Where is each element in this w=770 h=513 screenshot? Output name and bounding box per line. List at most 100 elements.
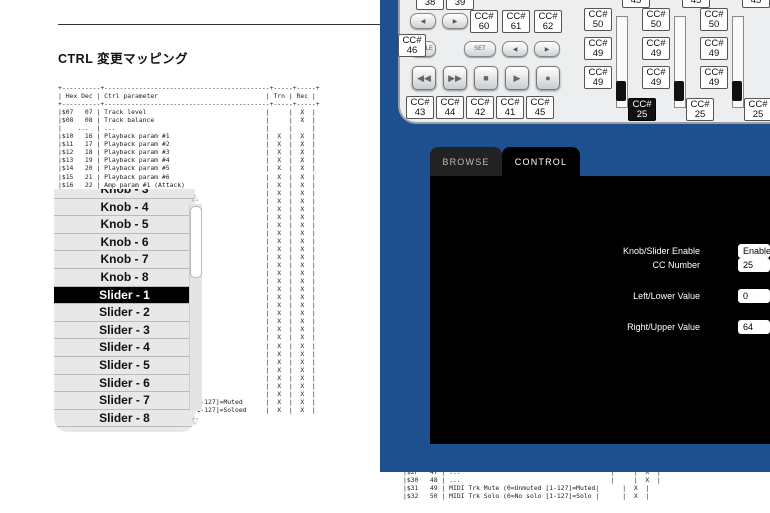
table-row: |$16 22 | Amp param #1 (Attack) | X | X …	[58, 180, 316, 189]
right-upper-input[interactable]: 64	[738, 320, 770, 334]
table-row: |$15 21 | Playback param #6 | X | X |	[58, 172, 316, 181]
table-row: |$14 20 | Playback param #5 | X | X |	[58, 164, 316, 173]
fader-slider[interactable]	[732, 16, 744, 108]
cc-label: 45	[682, 0, 710, 8]
list-item[interactable]: Slider - 6	[54, 375, 195, 393]
controller-editor-window: 38 39 45 45 45 ◀ ▶ CC#60 CC#61 CC#62 CYC…	[380, 0, 770, 472]
list-item[interactable]: Knob - 4	[54, 199, 195, 217]
list-item[interactable]: Knob - 8	[54, 269, 195, 287]
table-row: |$07 07 | Track level | | X |	[58, 108, 316, 117]
tab-browse[interactable]: BROWSE	[430, 147, 502, 177]
list-item-label: Knob - 4	[100, 199, 149, 214]
left-lower-label: Left/Lower Value	[633, 291, 700, 301]
list-item-label: Knob - 3	[100, 189, 149, 196]
control-panel: Knob/Slider Enable Enable CC Number 25 L…	[430, 176, 770, 444]
cc-label: CC# 43	[406, 96, 434, 119]
rewind-button[interactable]: ◀◀	[412, 66, 436, 90]
list-item-label: Knob - 7	[100, 252, 149, 267]
cc-label: CC# 49	[700, 37, 728, 60]
cc-label: CC# 49	[642, 37, 670, 60]
set-button[interactable]: SET	[464, 41, 496, 57]
marker-prev-button[interactable]: ◀	[502, 41, 528, 57]
record-icon: ●	[545, 73, 551, 83]
cc-label: CC# 46	[398, 34, 426, 57]
table-row: |$30 48 | ... | | X |	[403, 476, 661, 485]
list-item-label: Slider - 4	[99, 340, 150, 355]
cc-number-label: CC Number	[652, 260, 700, 270]
stop-button[interactable]: ■	[474, 66, 498, 90]
right-upper-label: Right/Upper Value	[627, 322, 700, 332]
scroll-down-icon[interactable]: ▽	[189, 416, 201, 426]
cc-label: CC# 49	[700, 66, 728, 89]
list-item-label: Knob - 6	[100, 234, 149, 249]
cc-label: 39	[446, 0, 474, 10]
record-button[interactable]: ●	[536, 66, 560, 90]
cc-label: 38	[416, 0, 444, 10]
control-list: Knob - 3 Knob - 4 Knob - 5 Knob - 6 Knob - 7…	[54, 189, 195, 432]
hardware-diagram: 38 39 45 45 45 ◀ ▶ CC#60 CC#61 CC#62 CYC…	[398, 0, 770, 124]
cc-label: CC# 50	[700, 8, 728, 31]
tab-control[interactable]: CONTROL	[502, 147, 580, 177]
list-item[interactable]: Knob - 5	[54, 216, 195, 234]
cc-label: CC# 61	[502, 10, 530, 33]
track-prev-button[interactable]: ◀	[410, 13, 436, 29]
cc-label: CC# 49	[584, 66, 612, 89]
cc-label: CC# 25	[686, 98, 714, 121]
cc-number-input[interactable]: 25	[738, 258, 770, 272]
marker-next-button[interactable]: ▶	[534, 41, 560, 57]
list-item[interactable]: Slider - 1	[54, 286, 195, 305]
table-row: +----------+----------------------------…	[58, 100, 320, 109]
table-row: |$31 49 | MIDI Trk Mute (0=Unmuted [1-12…	[403, 484, 650, 493]
table-row: |$12 18 | Playback param #3 | X | X |	[58, 148, 316, 157]
list-item-label: Slider - 7	[99, 393, 150, 408]
list-item[interactable]: Slider - 3	[54, 322, 195, 340]
cc-label: 45	[622, 0, 650, 8]
list-item-label: Slider - 1	[99, 287, 150, 302]
table-row: |$08 08 | Track balance | | X |	[58, 116, 316, 125]
list-item-label: Knob - 8	[100, 270, 149, 284]
cc-label: CC# 49	[642, 66, 670, 89]
table-row: | ... | ... | | |	[58, 124, 316, 133]
scroll-up-icon[interactable]: △	[189, 192, 201, 202]
list-item[interactable]: Slider - 7	[54, 392, 195, 410]
enable-select[interactable]: Enable	[738, 244, 770, 258]
table-row: |$13 19 | Playback param #4 | X | X |	[58, 156, 316, 165]
cc-label: CC# 60	[470, 10, 498, 33]
fast-forward-button[interactable]: ▶▶	[443, 66, 467, 90]
cc-label-selected: CC# 25	[628, 98, 656, 121]
cc-label: CC# 25	[744, 98, 770, 121]
left-lower-input[interactable]: 0	[738, 289, 770, 303]
list-item-label: Slider - 5	[99, 358, 150, 372]
cc-label: CC# 45	[526, 96, 554, 119]
cc-label: 45	[742, 0, 770, 8]
fast-forward-icon: ▶▶	[448, 72, 462, 83]
list-item[interactable]: Knob - 3	[54, 189, 195, 199]
play-icon: ▶	[513, 72, 521, 83]
table-row: | Hex Dec | Ctrl parameter | Trn | Rec |	[58, 92, 316, 101]
section-title: CTRL 変更マッピング	[58, 52, 189, 66]
table-row: +----------+----------------------------…	[58, 84, 320, 92]
list-item-label: Knob - 5	[100, 217, 149, 232]
table-row: |$32 50 | MIDI Trk Solo (0=No solo [1-12…	[403, 492, 650, 501]
scroll-thumb[interactable]	[190, 206, 202, 278]
list-item[interactable]: Slider - 2	[54, 304, 195, 322]
list-item[interactable]: Knob - 7	[54, 251, 195, 269]
play-button[interactable]: ▶	[505, 66, 529, 90]
list-item-label: Slider - 2	[99, 305, 150, 320]
enable-label: Knob/Slider Enable	[622, 246, 700, 256]
table-row: |$10 16 | Playback param #1 | X | X |	[58, 132, 316, 141]
list-scrollbar[interactable]: △ ▽	[189, 192, 202, 426]
cc-label: CC# 62	[534, 10, 562, 33]
cc-label: CC# 44	[436, 96, 464, 119]
fader-slider[interactable]	[674, 16, 686, 108]
track-next-button[interactable]: ▶	[442, 13, 468, 29]
table-row: |$11 17 | Playback param #2 | X | X |	[58, 140, 316, 149]
cc-label: CC# 41	[496, 96, 524, 119]
list-item[interactable]: Slider - 4	[54, 339, 195, 357]
cc-label: CC# 49	[584, 37, 612, 60]
list-item[interactable]: Knob - 6	[54, 234, 195, 252]
list-item[interactable]: Slider - 8	[54, 410, 195, 428]
fader-slider[interactable]	[616, 16, 628, 108]
list-item[interactable]: Slider - 5	[54, 357, 195, 375]
list-item-label: Slider - 6	[99, 375, 150, 390]
